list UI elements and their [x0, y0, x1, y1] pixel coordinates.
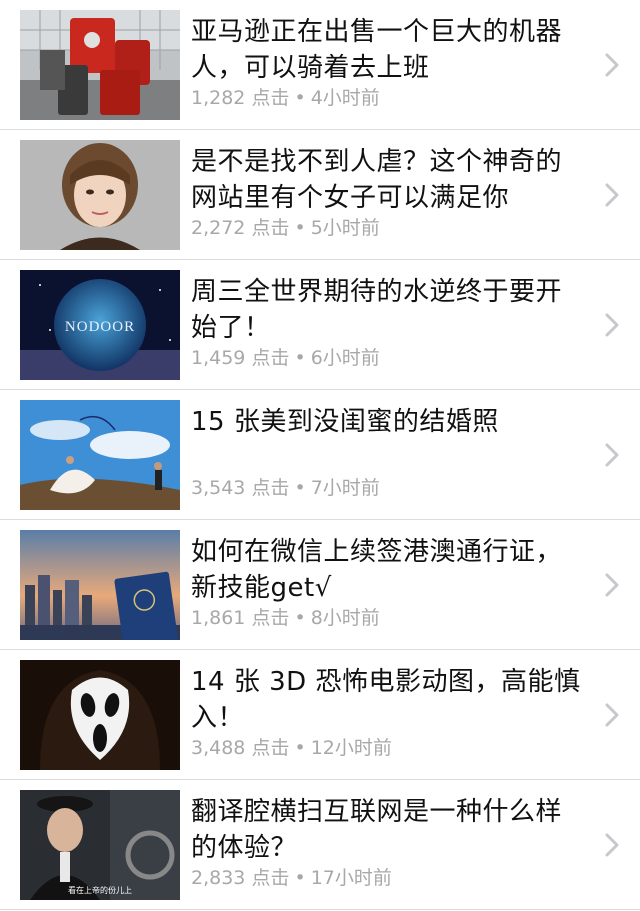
timestamp: 4小时前 — [310, 87, 380, 109]
list-item[interactable]: 14 张 3D 恐怖电影动图，高能慎入！ 3,488 点击 • 12小时前 — [0, 650, 640, 780]
list-item[interactable]: 如何在微信上续签港澳通行证，新技能get√ 1,861 点击 • 8小时前 — [0, 520, 640, 650]
click-count: 1,459 — [191, 347, 246, 369]
click-count: 2,833 — [191, 867, 246, 889]
chevron-right-icon — [605, 443, 619, 467]
click-count: 3,488 — [191, 737, 246, 759]
article-meta: 1,282 点击 • 4小时前 — [191, 86, 380, 110]
article-meta: 1,459 点击 • 6小时前 — [191, 346, 380, 370]
scream-mask-thumbnail — [20, 660, 180, 770]
click-count: 2,272 — [191, 217, 246, 239]
article-title: 亚马逊正在出售一个巨大的机器人，可以骑着去上班 — [191, 17, 563, 83]
separator-dot: • — [294, 477, 306, 499]
timestamp: 7小时前 — [310, 477, 380, 499]
wedding-photo-thumbnail — [20, 400, 180, 510]
article-title: 如何在微信上续签港澳通行证，新技能get√ — [191, 537, 563, 603]
chevron-right-icon — [605, 833, 619, 857]
click-label: 点击 — [251, 477, 290, 499]
article-title: 周三全世界期待的水逆终于要开始了！ — [191, 277, 563, 343]
click-label: 点击 — [251, 87, 290, 109]
passport-skyline-thumbnail — [20, 530, 180, 640]
chevron-right-icon — [605, 573, 619, 597]
timestamp: 8小时前 — [310, 607, 380, 629]
nodoor-planet-thumbnail: NODOOR — [20, 270, 180, 380]
click-count: 1,282 — [191, 87, 246, 109]
click-label: 点击 — [251, 867, 290, 889]
planet-caption: NODOOR — [65, 319, 135, 335]
article-title: 15 张美到没闺蜜的结婚照 — [191, 407, 499, 437]
timestamp: 17小时前 — [310, 867, 392, 889]
separator-dot: • — [294, 87, 306, 109]
list-item[interactable]: 亚马逊正在出售一个巨大的机器人，可以骑着去上班 1,282 点击 • 4小时前 — [0, 0, 640, 130]
movie-still-thumbnail: 看在上帝的份儿上 — [20, 790, 180, 900]
timestamp: 5小时前 — [310, 217, 380, 239]
article-list: 亚马逊正在出售一个巨大的机器人，可以骑着去上班 1,282 点击 • 4小时前 是不… — [0, 0, 640, 911]
robot-thumbnail — [20, 10, 180, 120]
chevron-right-icon — [605, 53, 619, 77]
click-label: 点击 — [251, 737, 290, 759]
click-count: 3,543 — [191, 477, 246, 499]
article-title: 14 张 3D 恐怖电影动图，高能慎入！ — [191, 667, 581, 733]
list-item[interactable]: NODOOR 周三全世界期待的水逆终于要开始了！ 1,459 点击 • 6小时前 — [0, 260, 640, 390]
article-title: 翻译腔横扫互联网是一种什么样的体验？ — [191, 797, 563, 863]
chevron-right-icon — [605, 313, 619, 337]
list-item[interactable]: 是不是找不到人虐？这个神奇的网站里有个女子可以满足你 2,272 点击 • 5小时前 — [0, 130, 640, 260]
list-item[interactable]: 看在上帝的份儿上 翻译腔横扫互联网是一种什么样的体验？ 2,833 点击 • 17小… — [0, 780, 640, 910]
separator-dot: • — [294, 867, 306, 889]
click-count: 1,861 — [191, 607, 246, 629]
chevron-right-icon — [605, 183, 619, 207]
article-meta: 3,543 点击 • 7小时前 — [191, 476, 380, 500]
subtitle-caption: 看在上帝的份儿上 — [68, 885, 132, 895]
woman-portrait-thumbnail — [20, 140, 180, 250]
separator-dot: • — [294, 217, 306, 239]
click-label: 点击 — [251, 347, 290, 369]
article-meta: 1,861 点击 • 8小时前 — [191, 606, 380, 630]
click-label: 点击 — [251, 217, 290, 239]
timestamp: 12小时前 — [310, 737, 392, 759]
list-item[interactable]: 15 张美到没闺蜜的结婚照 3,543 点击 • 7小时前 — [0, 390, 640, 520]
article-title: 是不是找不到人虐？这个神奇的网站里有个女子可以满足你 — [191, 147, 563, 213]
article-meta: 2,272 点击 • 5小时前 — [191, 216, 380, 240]
separator-dot: • — [294, 347, 306, 369]
article-meta: 2,833 点击 • 17小时前 — [191, 866, 392, 890]
separator-dot: • — [294, 607, 306, 629]
chevron-right-icon — [605, 703, 619, 727]
click-label: 点击 — [251, 607, 290, 629]
article-meta: 3,488 点击 • 12小时前 — [191, 736, 392, 760]
separator-dot: • — [294, 737, 306, 759]
timestamp: 6小时前 — [310, 347, 380, 369]
